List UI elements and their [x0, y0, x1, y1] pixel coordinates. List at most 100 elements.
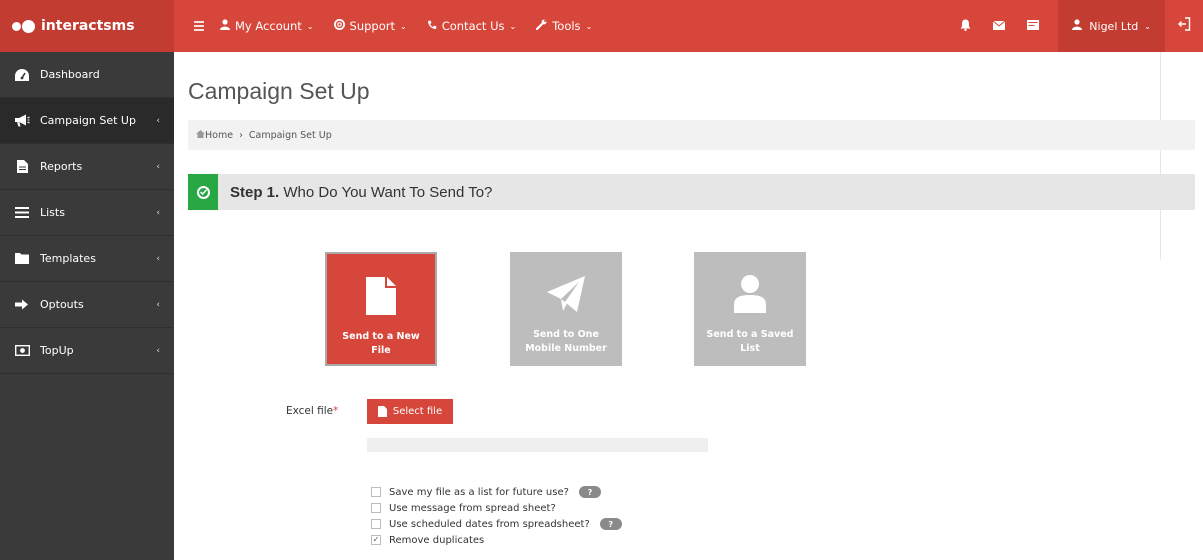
page-title: Campaign Set Up — [188, 78, 370, 104]
sidebar-item-templates[interactable]: Templates ‹ — [0, 236, 174, 282]
paper-plane-icon — [547, 274, 585, 314]
top-navbar: interactsms My Account ⌄ Support ⌄ Conta… — [0, 0, 1203, 52]
user-icon — [1072, 19, 1083, 33]
checkbox-use-message[interactable]: Use message from spread sheet? — [371, 500, 622, 516]
breadcrumb-current: Campaign Set Up — [248, 129, 332, 141]
checkbox-label: Use message from spread sheet? — [389, 502, 556, 514]
tile-send-saved-list[interactable]: Send to a Saved List — [694, 252, 806, 366]
breadcrumb: Home › Campaign Set Up — [188, 120, 1195, 150]
money-icon — [12, 345, 32, 356]
breadcrumb-separator: › — [239, 129, 243, 141]
tile-label: Send to a Saved List — [706, 329, 794, 354]
checkbox-label: Use scheduled dates from spreadsheet? — [389, 518, 590, 530]
nav-tools-label: Tools — [552, 19, 581, 33]
file-icon — [366, 276, 396, 316]
lifebuoy-icon — [333, 19, 345, 33]
chevron-down-icon: ⌄ — [509, 21, 517, 31]
checkbox-checked[interactable]: ✓ — [371, 535, 381, 545]
sidebar: Dashboard Campaign Set Up ‹ Reports ‹ Li… — [0, 52, 174, 560]
step-number: Step 1. — [230, 183, 280, 201]
home-icon — [196, 129, 205, 141]
help-icon[interactable]: ? — [599, 518, 622, 530]
checkbox-label: Remove duplicates — [389, 534, 485, 546]
bell-icon[interactable] — [948, 19, 982, 34]
excel-file-label-text: Excel file — [286, 405, 334, 417]
wrench-icon — [536, 19, 547, 33]
sidebar-item-label: Dashboard — [40, 68, 100, 81]
nav-support[interactable]: Support ⌄ — [333, 19, 407, 33]
sign-out-icon — [12, 299, 32, 310]
breadcrumb-home[interactable]: Home — [205, 130, 233, 141]
tile-label: Send to a New File — [342, 331, 420, 356]
nav-my-account-label: My Account — [235, 19, 302, 33]
person-icon — [734, 274, 766, 314]
checkbox-use-scheduled-dates[interactable]: Use scheduled dates from spreadsheet? ? — [371, 516, 622, 532]
chevron-left-icon: ‹ — [156, 299, 160, 310]
sidebar-item-lists[interactable]: Lists ‹ — [0, 190, 174, 236]
required-mark: * — [333, 405, 339, 417]
user-menu[interactable]: Nigel Ltd ⌄ — [1058, 0, 1165, 52]
user-icon — [220, 19, 230, 33]
chevron-left-icon: ‹ — [156, 161, 160, 172]
nav-tools[interactable]: Tools ⌄ — [536, 19, 592, 33]
menu-toggle-icon[interactable] — [184, 19, 214, 33]
nav-support-label: Support — [349, 19, 395, 33]
chevron-down-icon: ⌄ — [400, 21, 407, 31]
user-name: Nigel Ltd — [1089, 19, 1139, 33]
chevron-down-icon: ⌄ — [1144, 21, 1151, 31]
check-circle-icon — [188, 174, 218, 210]
file-icon — [377, 406, 387, 417]
chevron-down-icon: ⌄ — [306, 21, 314, 31]
chevron-left-icon: ‹ — [156, 115, 160, 126]
megaphone-icon — [12, 114, 32, 127]
checkbox-label: Save my file as a list for future use? — [389, 486, 569, 498]
options-checklist: Save my file as a list for future use? ?… — [371, 484, 622, 548]
logout-icon[interactable] — [1165, 17, 1203, 35]
select-file-label: Select file — [392, 406, 443, 417]
file-icon — [12, 160, 32, 173]
brand-logo[interactable]: interactsms — [0, 0, 174, 52]
sidebar-item-label: Reports — [40, 160, 83, 173]
nav-contact-us-label: Contact Us — [441, 19, 505, 33]
folder-icon — [12, 253, 32, 264]
chevron-left-icon: ‹ — [156, 253, 160, 264]
sidebar-item-label: Lists — [40, 206, 65, 219]
chevron-left-icon: ‹ — [156, 207, 160, 218]
sidebar-item-optouts[interactable]: Optouts ‹ — [0, 282, 174, 328]
checkbox[interactable] — [371, 519, 381, 529]
file-progress-bar — [367, 438, 708, 452]
nav-contact-us[interactable]: Contact Us ⌄ — [427, 19, 517, 33]
step-header: Step 1. Who Do You Want To Send To? — [188, 174, 1195, 210]
tile-send-new-file[interactable]: Send to a New File — [325, 252, 437, 366]
select-file-button[interactable]: Select file — [367, 399, 453, 424]
nav-my-account[interactable]: My Account ⌄ — [220, 19, 314, 33]
dashboard-icon — [12, 68, 32, 81]
sidebar-item-reports[interactable]: Reports ‹ — [0, 144, 174, 190]
checkbox-save-as-list[interactable]: Save my file as a list for future use? ? — [371, 484, 622, 500]
excel-file-label: Excel file* — [286, 405, 338, 417]
brand-name: interactsms — [41, 18, 135, 34]
step-title: Step 1. Who Do You Want To Send To? — [230, 184, 492, 201]
checkbox[interactable] — [371, 503, 381, 513]
sidebar-item-label: Optouts — [40, 298, 84, 311]
chevron-left-icon: ‹ — [156, 345, 160, 356]
help-icon[interactable]: ? — [578, 486, 601, 498]
logo-icon — [12, 19, 35, 33]
tile-send-one-mobile[interactable]: Send to One Mobile Number — [510, 252, 622, 366]
sidebar-item-campaign-set-up[interactable]: Campaign Set Up ‹ — [0, 98, 174, 144]
main-content: Campaign Set Up Home › Campaign Set Up S… — [174, 52, 1203, 560]
sidebar-item-dashboard[interactable]: Dashboard — [0, 52, 174, 98]
tile-label: Send to One Mobile Number — [525, 329, 607, 354]
sidebar-item-label: TopUp — [40, 344, 74, 357]
step-question: Who Do You Want To Send To? — [283, 183, 493, 201]
checkbox-remove-duplicates[interactable]: ✓ Remove duplicates — [371, 532, 622, 548]
divider — [1160, 52, 1161, 260]
envelope-icon[interactable] — [982, 19, 1016, 33]
sidebar-item-label: Templates — [40, 252, 96, 265]
phone-icon — [427, 20, 437, 33]
sidebar-item-topup[interactable]: TopUp ‹ — [0, 328, 174, 374]
chevron-down-icon: ⌄ — [585, 21, 593, 31]
card-icon[interactable] — [1016, 19, 1050, 33]
checkbox[interactable] — [371, 487, 381, 497]
list-icon — [12, 207, 32, 218]
